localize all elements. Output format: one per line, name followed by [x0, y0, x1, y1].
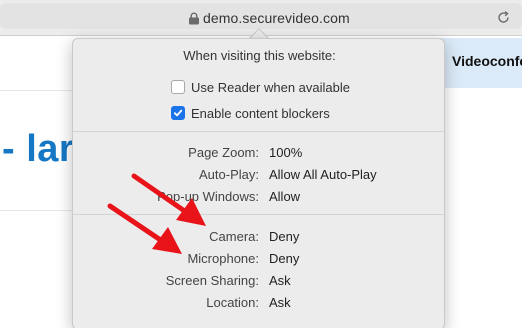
reader-checkbox[interactable]: [171, 80, 185, 94]
divider: [73, 131, 444, 132]
page-heading: - lar: [2, 128, 75, 170]
reader-label: Use Reader when available: [191, 79, 350, 95]
popover-title: When visiting this website:: [183, 48, 336, 63]
setting-screen-sharing[interactable]: Screen Sharing: Ask: [73, 273, 444, 291]
setting-label: Page Zoom:: [188, 145, 259, 160]
setting-location[interactable]: Location: Ask: [73, 295, 444, 313]
setting-label: Screen Sharing:: [165, 273, 259, 288]
divider: [73, 214, 444, 215]
address-bar[interactable]: demo.securevideo.com: [0, 3, 522, 29]
page-zoom-value[interactable]: 100%: [269, 145, 302, 160]
checkmark-icon: [173, 109, 183, 117]
setting-label: Pop-up Windows:: [157, 189, 259, 204]
setting-microphone[interactable]: Microphone: Deny: [73, 251, 444, 269]
location-value[interactable]: Ask: [269, 295, 291, 310]
brand-text: Videoconfe: [452, 53, 522, 69]
setting-auto-play[interactable]: Auto-Play: Allow All Auto-Play: [73, 167, 444, 185]
setting-label: Auto-Play:: [199, 167, 259, 182]
reader-option[interactable]: Use Reader when available: [171, 79, 350, 95]
page-divider: [0, 90, 80, 91]
setting-camera[interactable]: Camera: Deny: [73, 229, 444, 247]
microphone-value[interactable]: Deny: [269, 251, 299, 266]
website-settings-popover: When visiting this website: Use Reader w…: [72, 38, 445, 328]
setting-page-zoom[interactable]: Page Zoom: 100%: [73, 145, 444, 163]
setting-label: Microphone:: [187, 251, 259, 266]
screen-sharing-value[interactable]: Ask: [269, 273, 291, 288]
setting-popup-windows[interactable]: Pop-up Windows: Allow: [73, 189, 444, 207]
setting-label: Camera:: [209, 229, 259, 244]
camera-value[interactable]: Deny: [269, 229, 299, 244]
reload-icon[interactable]: [496, 10, 511, 25]
setting-label: Location:: [206, 295, 259, 310]
content-blockers-checkbox[interactable]: [171, 106, 185, 120]
url-text: demo.securevideo.com: [203, 10, 350, 26]
popup-windows-value[interactable]: Allow: [269, 189, 300, 204]
lock-icon: [189, 12, 199, 25]
content-blockers-label: Enable content blockers: [191, 105, 330, 121]
page-divider: [0, 210, 80, 211]
content-blockers-option[interactable]: Enable content blockers: [171, 105, 330, 121]
auto-play-value[interactable]: Allow All Auto-Play: [269, 167, 377, 182]
